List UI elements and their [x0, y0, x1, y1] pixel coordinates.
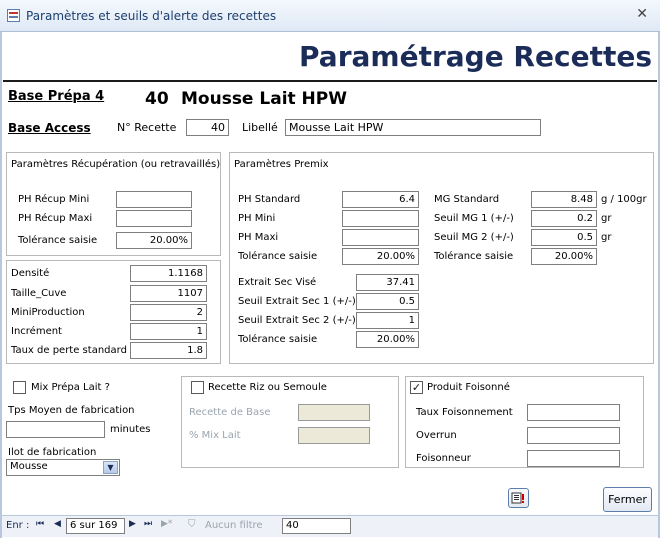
libelle-field[interactable]: Mousse Lait HPW: [285, 119, 541, 136]
filter-status[interactable]: Aucun filtre: [205, 520, 263, 531]
seuil-mg1-unit: gr: [601, 213, 612, 224]
close-icon[interactable]: ✕: [636, 6, 648, 22]
base-access-label: Base Access: [8, 121, 91, 135]
seuil-mg1-label: Seuil MG 1 (+/-): [434, 213, 514, 224]
mix-prepa-label: Mix Prépa Lait ?: [31, 382, 110, 393]
record-position-field[interactable]: 6 sur 169: [66, 518, 125, 534]
report-icon: [511, 492, 524, 504]
fermer-button[interactable]: Fermer: [603, 487, 652, 512]
recipe-name-title: Mousse Lait HPW: [181, 89, 347, 109]
form-icon: [7, 9, 20, 22]
extrait-tolerance-label: Tolérance saisie: [238, 334, 318, 345]
tps-moyen-unit: minutes: [110, 424, 151, 435]
tps-moyen-field[interactable]: [6, 421, 105, 438]
seuil-mg2-label: Seuil MG 2 (+/-): [434, 232, 514, 243]
page-title: Paramétrage Recettes: [299, 40, 652, 73]
seuil-es2-label: Seuil Extrait Sec 2 (+/-): [238, 315, 356, 326]
ph-standard-label: PH Standard: [238, 194, 301, 205]
foison-label: Produit Foisonné: [427, 382, 510, 393]
previous-record-icon[interactable]: ◀: [54, 519, 61, 529]
seuil-mg2-field[interactable]: 0.5: [531, 229, 597, 246]
ph-mini-label: PH Mini: [238, 213, 276, 224]
recipe-number-label: N° Recette: [117, 121, 177, 134]
next-record-icon[interactable]: ▶: [129, 519, 136, 529]
mix-lait-field[interactable]: [298, 427, 370, 444]
foisonneur-field[interactable]: [527, 450, 620, 467]
ilot-select[interactable]: Mousse ▼: [6, 459, 120, 476]
seuil-es2-field[interactable]: 1: [356, 312, 419, 329]
ilot-label: Ilot de fabrication: [8, 447, 97, 458]
premix-tolerance-label: Tolérance saisie: [238, 251, 318, 262]
ph-maxi-label: PH Maxi: [238, 232, 279, 243]
tps-moyen-label: Tps Moyen de fabrication: [8, 405, 135, 416]
chevron-down-icon[interactable]: ▼: [103, 461, 118, 474]
seuil-mg1-field[interactable]: 0.2: [531, 210, 597, 227]
extrait-sec-field[interactable]: 37.41: [356, 274, 419, 291]
recette-base-label: Recette de Base: [189, 407, 271, 418]
ph-mini-field[interactable]: [342, 210, 419, 227]
window-title: Paramètres et seuils d'alerte des recett…: [26, 9, 277, 23]
increment-label: Incrément: [11, 326, 62, 337]
increment-field[interactable]: 1: [130, 323, 207, 340]
miniproduction-label: MiniProduction: [11, 307, 85, 318]
recup-tolerance-field[interactable]: 20.00%: [116, 232, 192, 249]
foison-checkbox[interactable]: ✓: [410, 381, 423, 394]
recette-base-field[interactable]: [298, 404, 370, 421]
mg-standard-field[interactable]: 8.48: [531, 191, 597, 208]
recup-ph-min-field[interactable]: [116, 191, 192, 208]
filter-icon[interactable]: ⛉: [188, 519, 196, 530]
ilot-selected-value: Mousse: [10, 461, 48, 472]
premix-title: Paramètres Premix: [234, 159, 329, 170]
taux-perte-label: Taux de perte standard: [11, 345, 127, 356]
ph-standard-field[interactable]: 6.4: [342, 191, 419, 208]
base-prepa-label: Base Prépa 4: [8, 89, 105, 104]
recipe-number-field[interactable]: 40: [186, 119, 229, 136]
riz-label: Recette Riz ou Semoule: [208, 382, 327, 393]
recup-ph-max-label: PH Récup Maxi: [18, 213, 93, 224]
report-button[interactable]: [508, 488, 529, 508]
seuil-mg2-unit: gr: [601, 232, 612, 243]
window-title-bar: Paramètres et seuils d'alerte des recett…: [0, 0, 660, 32]
record-search-field[interactable]: 40: [282, 518, 351, 534]
ph-maxi-field[interactable]: [342, 229, 419, 246]
extrait-sec-label: Extrait Sec Visé: [238, 277, 317, 288]
recup-tolerance-label: Tolérance saisie: [18, 235, 98, 246]
mg-standard-label: MG Standard: [434, 194, 500, 205]
first-record-icon[interactable]: ⏮: [36, 519, 44, 529]
recipe-number-title: 40: [145, 89, 169, 109]
recup-title: Paramètres Récupération (ou retravaillés…: [11, 159, 221, 170]
mix-lait-label: % Mix Lait: [189, 430, 241, 441]
recup-ph-min-label: PH Récup Mini: [18, 194, 90, 205]
taux-perte-field[interactable]: 1.8: [130, 342, 207, 359]
extrait-tolerance-field[interactable]: 20.00%: [356, 331, 419, 348]
mg-standard-unit: g / 100gr: [601, 194, 647, 205]
overrun-field[interactable]: [527, 427, 620, 444]
seuil-es1-label: Seuil Extrait Sec 1 (+/-): [238, 296, 356, 307]
last-record-icon[interactable]: ⏭: [144, 519, 152, 529]
premix-tolerance-field[interactable]: 20.00%: [342, 248, 419, 265]
header-divider: [3, 80, 657, 82]
libelle-label: Libellé: [242, 121, 278, 134]
miniproduction-field[interactable]: 2: [130, 304, 207, 321]
taille-cuve-label: Taille_Cuve: [11, 288, 67, 299]
taux-foisonnement-field[interactable]: [527, 404, 620, 421]
mg-tolerance-label: Tolérance saisie: [434, 251, 514, 262]
taux-foisonnement-label: Taux Foisonnement: [416, 407, 513, 418]
riz-checkbox[interactable]: [191, 381, 204, 394]
foisonneur-label: Foisonneur: [416, 453, 471, 464]
mix-prepa-checkbox[interactable]: [13, 381, 26, 394]
densite-label: Densité: [11, 268, 50, 279]
seuil-es1-field[interactable]: 0.5: [356, 293, 419, 310]
recup-ph-max-field[interactable]: [116, 210, 192, 227]
mg-tolerance-field[interactable]: 20.00%: [531, 248, 597, 265]
record-label: Enr :: [6, 520, 30, 531]
taille-cuve-field[interactable]: 1107: [130, 285, 207, 302]
new-record-icon[interactable]: ▶*: [161, 519, 172, 529]
overrun-label: Overrun: [416, 430, 457, 441]
densite-field[interactable]: 1.1168: [130, 265, 207, 282]
